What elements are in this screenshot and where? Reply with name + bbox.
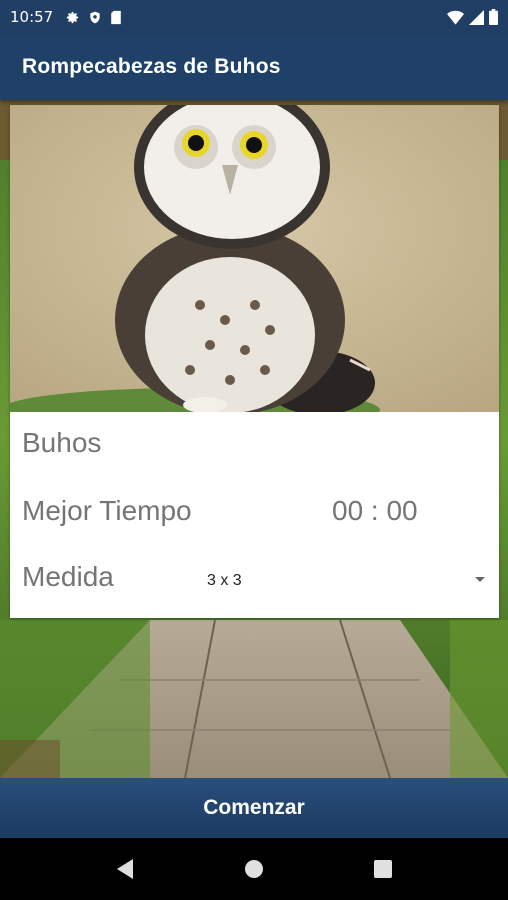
battery-icon — [489, 9, 498, 25]
app-bar: Rompecabezas de Buhos — [0, 34, 508, 100]
status-notification-icons — [65, 10, 122, 25]
app-title: Rompecabezas de Buhos — [22, 55, 281, 78]
status-time: 10:57 — [10, 8, 54, 26]
size-selected-value: 3 x 3 — [207, 572, 242, 589]
status-system-icons — [447, 9, 498, 25]
home-icon — [244, 860, 263, 878]
dropdown-arrow-icon — [475, 577, 485, 582]
size-dropdown[interactable]: 3 x 3 — [200, 557, 485, 605]
best-time-label: Mejor Tiempo — [22, 495, 192, 526]
owl-photo — [10, 105, 499, 412]
puzzle-card: Buhos Mejor Tiempo 00 : 00 Medida 3 x 3 — [10, 105, 499, 618]
nav-back-button[interactable] — [105, 849, 145, 889]
size-label: Medida — [22, 561, 114, 592]
gear-icon — [67, 11, 79, 23]
shield-icon — [90, 11, 100, 23]
owl-illustration — [10, 105, 499, 412]
signal-icon — [469, 9, 484, 25]
back-icon — [116, 859, 133, 879]
sd-card-icon — [111, 10, 122, 24]
nav-home-button[interactable] — [234, 849, 274, 889]
system-nav-bar — [0, 838, 508, 900]
nav-recents-button[interactable] — [363, 849, 403, 889]
wifi-icon — [447, 10, 464, 25]
status-bar: 10:57 — [0, 0, 508, 34]
puzzle-name: Buhos — [22, 427, 102, 458]
start-button[interactable]: Comenzar — [0, 778, 508, 838]
recents-icon — [374, 860, 393, 878]
best-time-value: 00 : 00 — [332, 495, 418, 526]
